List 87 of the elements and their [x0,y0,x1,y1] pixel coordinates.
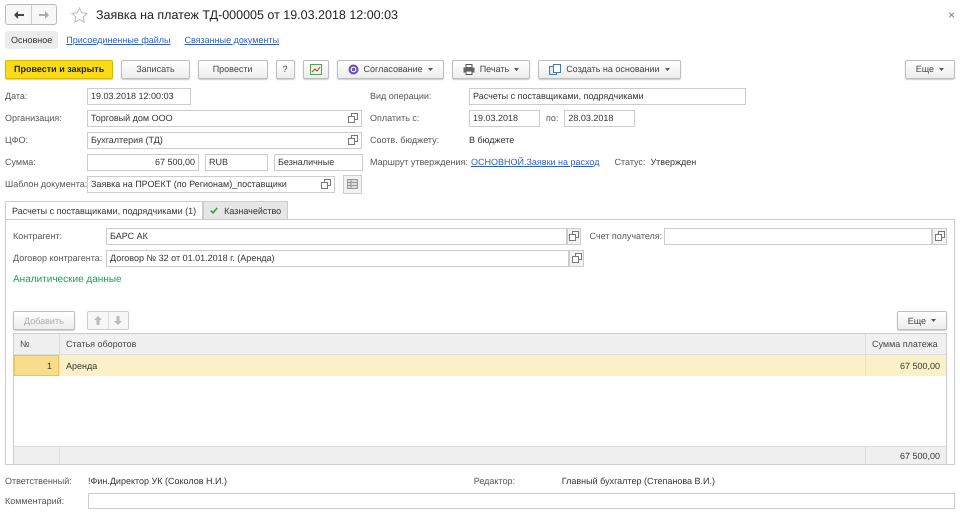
field-label: по: [546,113,558,123]
open-icon [572,253,582,263]
field-label: Редактор: [474,476,516,486]
caret-icon [664,68,670,70]
tab[interactable]: Расчеты с поставщиками, подрядчиками (1) [5,201,204,219]
close-button[interactable]: × [948,8,955,22]
star-icon[interactable] [71,6,88,22]
field-label: Ответственный: [5,476,73,486]
check-icon [210,207,218,214]
section-tab[interactable]: Основное [5,31,58,49]
input-field[interactable]: Заявка на ПРОЕКТ (по Регионам)_поставщики [87,176,335,192]
table-cell: 1 [14,355,59,376]
window-title: Заявка на платеж ТД-000005 от 19.03.2018 12:00:03 [96,8,398,22]
create-button[interactable]: Создать на основании [538,60,681,78]
caret-icon [939,68,944,70]
list-button[interactable] [343,174,362,194]
open-button[interactable] [932,228,948,244]
column-header[interactable]: Сумма платежа [865,334,946,355]
input-field[interactable]: Бухгалтерия (ТД) [87,132,362,148]
input-field[interactable] [664,228,932,244]
field-label: Шаблон документа: [5,179,87,189]
report-button[interactable] [302,60,329,78]
toolbar-button[interactable]: Записать [121,60,190,78]
toolbar-button[interactable]: Провести [198,60,268,78]
document-icon [549,64,562,74]
field-label: ЦФО: [5,135,30,145]
field-value: !Фин.Директор УК (Соколов Н.И.) [88,476,227,486]
field-label: Статус: [614,157,646,167]
comment-field[interactable] [88,493,955,509]
date-field[interactable]: 19.03.2018 12:00:03 [87,88,191,104]
field-label: Организация: [5,113,63,123]
table-cell: Аренда [59,355,865,376]
payment-type-field[interactable]: Безналичные [274,154,363,170]
status-value: Утвержден [650,157,696,167]
total-cell: 67 500,00 [865,447,946,464]
right-arrow-icon [39,10,49,18]
input-field[interactable]: Договор № 32 от 01.01.2018 г. (Аренда) [106,250,569,266]
field-label: Договор контрагента: [13,253,104,263]
input-field[interactable]: Торговый дом ООО [87,110,362,126]
section-title: Аналитические данные [13,272,123,286]
date-field[interactable]: 28.03.2018 [564,110,636,126]
input-field[interactable]: БАРС АК [106,228,567,244]
table-icon [347,179,358,189]
column-header[interactable]: № [14,334,59,355]
down-arrow-icon [114,316,122,325]
field-label: Дата: [5,91,28,101]
field-value: В бюджете [469,135,514,145]
open-icon [934,231,945,241]
open-icon [569,231,580,241]
chart-icon [310,64,322,74]
tab[interactable]: Казначейство [203,201,288,219]
more-button[interactable]: Еще [896,311,947,330]
column-header[interactable]: Статья оборотов [59,334,865,355]
field-value: Главный бухгалтер (Степанова В.И.) [562,476,715,486]
field-label: Соотв. бюджету: [370,135,440,145]
date-field[interactable]: 19.03.2018 [469,110,540,126]
field-label: Оплатить с: [370,113,420,123]
open-icon [348,113,358,123]
open-icon [348,135,358,145]
amount-field[interactable]: 67 500,00 [87,154,199,170]
caret-icon [514,68,520,70]
currency-field[interactable]: RUB [205,154,268,170]
open-button[interactable] [569,250,584,266]
help-button[interactable]: ? [276,60,295,78]
section-tab[interactable]: Связанные документы [184,31,280,49]
field-label: Контрагент: [13,231,64,241]
approval-button[interactable]: Согласование [336,60,444,78]
route-link[interactable]: ОСНОВНОЙ.Заявки на расход [471,157,600,167]
more-button[interactable]: Еще [904,60,955,78]
section-tab[interactable]: Присоединенные файлы [66,31,170,49]
field-label: Счет получателя: [589,231,664,241]
field-label: Комментарий: [5,496,66,506]
caret-icon [428,68,433,70]
left-arrow-icon [14,10,24,18]
circle-icon [348,64,359,74]
table-cell: 67 500,00 [865,355,946,376]
field-label: Сумма: [5,157,37,167]
field-label: Вид операции: [370,91,432,101]
open-icon [321,179,331,189]
printer-icon [462,64,475,74]
open-button[interactable] [566,228,582,244]
caret-icon [931,319,936,322]
up-arrow-icon [94,316,102,325]
post-and-close-button[interactable]: Провести и закрыть [5,60,114,78]
field-label: Маршрут утверждения: [370,157,469,167]
input-field[interactable]: Расчеты с поставщиками, подрядчиками [469,88,746,104]
print-button[interactable]: Печать [452,60,530,78]
